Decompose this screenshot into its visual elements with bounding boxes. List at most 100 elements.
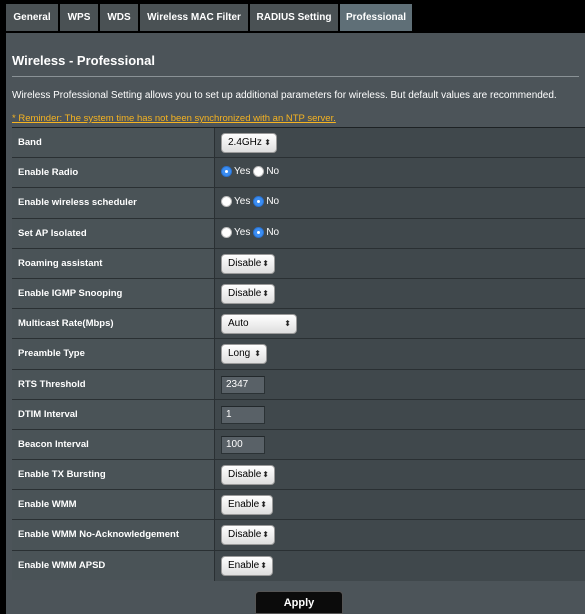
ntp-reminder-link[interactable]: * Reminder: The system time has not been…: [12, 113, 336, 124]
setting-label: Preamble Type: [18, 348, 85, 360]
radio-yes[interactable]: [221, 196, 232, 208]
setting-row-rts-threshold: RTS Threshold 2347: [12, 368, 585, 400]
setting-label: Enable WMM No-Acknowledgement: [18, 529, 179, 541]
tab-general[interactable]: General: [6, 4, 58, 31]
select-value: Disable: [228, 287, 262, 299]
radio-no[interactable]: [253, 226, 265, 238]
select-value: Enable: [228, 499, 260, 511]
radio-label: Yes: [234, 196, 251, 208]
setting-label: Enable WMM: [18, 499, 77, 511]
updown-arrow-icon: ⬍: [262, 530, 269, 540]
setting-row-roaming-assistant: Roaming assistant Disable ⬍: [12, 247, 585, 279]
page-title: Wireless - Professional: [12, 53, 155, 68]
setting-label: Enable WMM APSD: [18, 559, 106, 571]
tab-wps[interactable]: WPS: [60, 4, 98, 31]
select-value: Disable: [228, 257, 262, 269]
updown-arrow-icon: ⬍: [262, 258, 269, 268]
select-value: 2.4GHz: [228, 137, 262, 148]
setting-row-ap-isolated: Set AP Isolated Yes No: [12, 217, 585, 249]
title-divider: [12, 76, 579, 77]
updown-arrow-icon: ⬍: [260, 500, 267, 510]
radio-label: Yes: [234, 166, 251, 178]
tab-wds[interactable]: WDS: [100, 4, 138, 31]
tab-bar: General WPS WDS Wireless MAC Filter RADI…: [0, 0, 585, 33]
setting-label: Roaming assistant: [18, 257, 103, 269]
setting-value-cell: Yes No: [214, 188, 585, 219]
setting-label: Enable IGMP Snooping: [18, 287, 123, 299]
updown-arrow-icon: ⬍: [284, 319, 291, 329]
tab-label: WPS: [67, 12, 91, 23]
setting-row-wmm-apsd: Enable WMM APSD Enable ⬍: [12, 549, 585, 581]
radio-no[interactable]: [253, 196, 265, 208]
setting-value-cell: Disable ⬍: [214, 460, 585, 491]
wmm-select[interactable]: Enable ⬍: [221, 495, 273, 516]
select-value: Auto: [228, 318, 249, 330]
select-value: Long: [228, 348, 251, 360]
setting-label: Enable wireless scheduler: [18, 197, 137, 209]
beacon-interval-input[interactable]: 100: [221, 435, 265, 454]
tab-label: Professional: [345, 12, 407, 23]
preamble-type-select[interactable]: Long ⬍: [221, 344, 267, 365]
enable-radio-radio-group: Yes No: [221, 166, 282, 178]
setting-value-cell: 2.4GHz ⬍: [214, 128, 585, 158]
setting-row-band: Band 2.4GHz ⬍: [12, 127, 585, 158]
setting-value-cell: Yes No: [214, 158, 585, 189]
setting-label: Multicast Rate(Mbps): [18, 318, 114, 330]
setting-value-cell: Long ⬍: [214, 339, 585, 370]
radio-yes[interactable]: [221, 166, 232, 178]
setting-label: Set AP Isolated: [18, 227, 87, 239]
band-select[interactable]: 2.4GHz ⬍: [221, 133, 277, 153]
setting-value-cell: Disable ⬍: [214, 248, 585, 279]
setting-row-preamble-type: Preamble Type Long ⬍: [12, 338, 585, 370]
setting-value-cell: Disable ⬍: [214, 520, 585, 551]
select-value: Disable: [228, 529, 262, 541]
updown-arrow-icon: ⬍: [262, 288, 269, 298]
setting-label: Enable TX Bursting: [18, 469, 106, 481]
igmp-snooping-select[interactable]: Disable ⬍: [221, 283, 275, 304]
setting-row-enable-radio: Enable Radio Yes No: [12, 157, 585, 189]
roaming-assistant-select[interactable]: Disable ⬍: [221, 253, 275, 274]
setting-label: RTS Threshold: [18, 378, 86, 390]
setting-row-wmm-no-ack: Enable WMM No-Acknowledgement Disable ⬍: [12, 519, 585, 551]
tx-bursting-select[interactable]: Disable ⬍: [221, 465, 275, 486]
setting-label: Enable Radio: [18, 167, 79, 179]
setting-row-wmm: Enable WMM Enable ⬍: [12, 489, 585, 521]
tab-label: Wireless MAC Filter: [147, 12, 241, 23]
setting-value-cell: Enable ⬍: [214, 490, 585, 521]
setting-label: DTIM Interval: [18, 408, 78, 420]
tab-professional[interactable]: Professional: [340, 4, 412, 31]
tab-radius-setting[interactable]: RADIUS Setting: [250, 4, 338, 31]
select-value: Disable: [228, 469, 262, 481]
wireless-scheduler-radio-group: Yes No: [221, 196, 282, 208]
select-value: Enable: [228, 559, 260, 571]
setting-row-beacon-interval: Beacon Interval 100: [12, 428, 585, 460]
wmm-no-ack-select[interactable]: Disable ⬍: [221, 525, 275, 546]
setting-row-tx-bursting: Enable TX Bursting Disable ⬍: [12, 459, 585, 491]
radio-label: No: [266, 196, 280, 208]
wmm-apsd-select[interactable]: Enable ⬍: [221, 555, 273, 576]
tab-label: RADIUS Setting: [256, 12, 332, 23]
setting-value-cell: Yes No: [214, 218, 585, 249]
setting-label: Beacon Interval: [18, 438, 89, 450]
setting-value-cell: 1: [214, 399, 585, 430]
radio-label: No: [266, 226, 280, 238]
multicast-rate-select[interactable]: Auto ⬍: [221, 314, 297, 335]
rts-threshold-input[interactable]: 2347: [221, 375, 265, 394]
radio-label: Yes: [234, 226, 251, 238]
apply-button[interactable]: Apply: [255, 591, 343, 614]
tab-wireless-mac-filter[interactable]: Wireless MAC Filter: [140, 4, 248, 31]
tab-label: WDS: [107, 12, 131, 23]
setting-row-multicast-rate: Multicast Rate(Mbps) Auto ⬍: [12, 308, 585, 340]
setting-row-igmp-snooping: Enable IGMP Snooping Disable ⬍: [12, 277, 585, 309]
dtim-interval-input[interactable]: 1: [221, 405, 265, 424]
radio-yes[interactable]: [221, 226, 232, 238]
professional-panel: Wireless - Professional Wireless Profess…: [6, 33, 585, 614]
setting-value-cell: Disable ⬍: [214, 278, 585, 309]
ap-isolated-radio-group: Yes No: [221, 226, 282, 238]
settings-table: Band 2.4GHz ⬍ Enable Radio Yes No Enable: [12, 127, 585, 581]
radio-no[interactable]: [253, 166, 265, 178]
radio-label: No: [266, 166, 280, 178]
page-description: Wireless Professional Setting allows you…: [12, 90, 557, 101]
tab-label: General: [13, 12, 51, 23]
updown-arrow-icon: ⬍: [264, 138, 271, 147]
